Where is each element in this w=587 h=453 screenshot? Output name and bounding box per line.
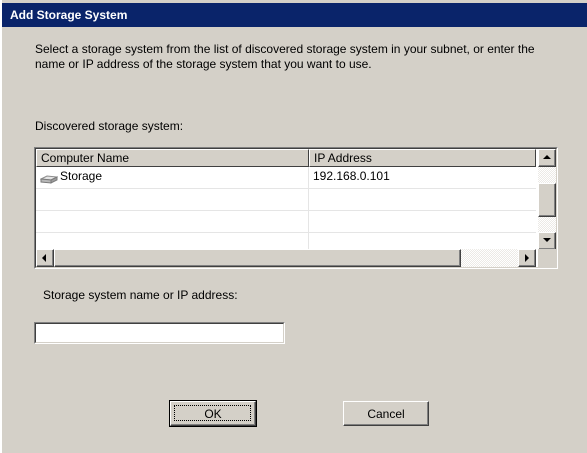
instructions-text: Select a storage system from the list of… [35,42,535,71]
horizontal-scroll-thumb[interactable] [54,249,461,267]
cell-computer-name [40,189,305,210]
table-row[interactable]: Storage 192.168.0.101 [36,167,536,189]
scroll-up-button[interactable] [538,149,556,167]
list-rows: Storage 192.168.0.101 [36,167,536,255]
cell-computer-name [40,211,305,232]
discovered-storage-label: Discovered storage system: [35,119,184,133]
cell-ip-address [313,211,533,232]
table-row[interactable] [36,189,536,211]
arrow-right-icon [525,254,529,262]
storage-name-field-frame [34,322,285,344]
add-storage-dialog: Add Storage System Select a storage syst… [1,0,587,453]
storage-name-label: Storage system name or IP address: [43,288,238,302]
drive-icon [39,171,59,184]
dialog-title: Add Storage System [2,3,587,27]
cancel-button[interactable]: Cancel [343,401,429,426]
column-header-computer-name[interactable]: Computer Name [36,149,309,167]
scroll-right-button[interactable] [518,249,536,267]
cell-ip-address [313,189,533,210]
storage-list[interactable]: Computer Name IP Address Storage 192.168… [34,147,558,269]
computer-name-text: Storage [60,169,103,183]
table-row[interactable] [36,211,536,233]
vertical-scrollbar[interactable] [538,149,556,250]
scroll-left-button[interactable] [36,249,54,267]
scrollbar-corner [538,249,556,267]
cell-computer-name: Storage [39,167,305,188]
scroll-down-button[interactable] [538,232,556,250]
ok-button[interactable]: OK [169,400,257,427]
arrow-left-icon [42,254,46,262]
cell-ip-address: 192.168.0.101 [313,169,390,183]
list-header: Computer Name IP Address [36,149,536,167]
arrow-down-icon [543,238,551,242]
vertical-scroll-thumb[interactable] [538,183,556,217]
storage-name-input[interactable] [35,323,284,343]
column-header-ip-address[interactable]: IP Address [309,149,536,167]
horizontal-scrollbar[interactable] [36,249,536,267]
arrow-up-icon [543,155,551,159]
focus-rectangle [174,405,251,421]
